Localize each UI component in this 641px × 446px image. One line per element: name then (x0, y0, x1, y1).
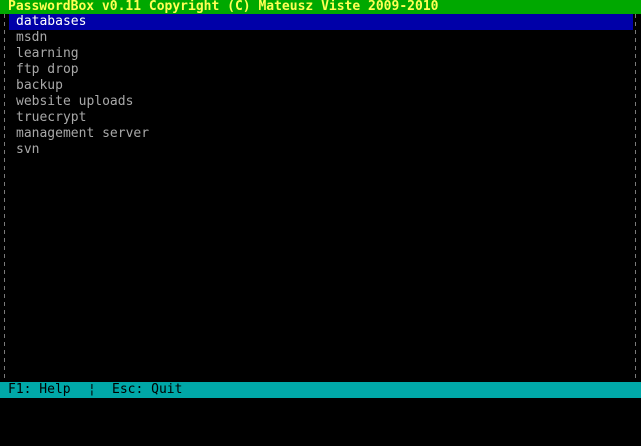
entry-list-panel: databases msdn learning ftp drop backup … (0, 14, 641, 382)
panel-left-border (4, 14, 5, 382)
entry-list: databases msdn learning ftp drop backup … (9, 14, 633, 158)
panel-right-border (635, 14, 636, 382)
help-hint[interactable]: F1: Help (8, 382, 71, 398)
list-item-ftp-drop[interactable]: ftp drop (9, 62, 633, 78)
screen-bottom-edge (0, 398, 641, 402)
list-item-learning[interactable]: learning (9, 46, 633, 62)
list-item-truecrypt[interactable]: truecrypt (9, 110, 633, 126)
title-bar: PasswordBox v0.11 Copyright (C) Mateusz … (0, 0, 641, 14)
status-separator: ¦ (88, 382, 96, 397)
list-item-msdn[interactable]: msdn (9, 30, 633, 46)
app-title: PasswordBox v0.11 Copyright (C) Mateusz … (8, 0, 439, 14)
quit-hint[interactable]: Esc: Quit (112, 382, 182, 398)
list-item-backup[interactable]: backup (9, 78, 633, 94)
list-item-databases[interactable]: databases (9, 14, 633, 30)
list-item-website-uploads[interactable]: website uploads (9, 94, 633, 110)
list-item-svn[interactable]: svn (9, 142, 633, 158)
status-bar: F1: Help ¦ Esc: Quit (0, 382, 641, 398)
list-item-management-server[interactable]: management server (9, 126, 633, 142)
